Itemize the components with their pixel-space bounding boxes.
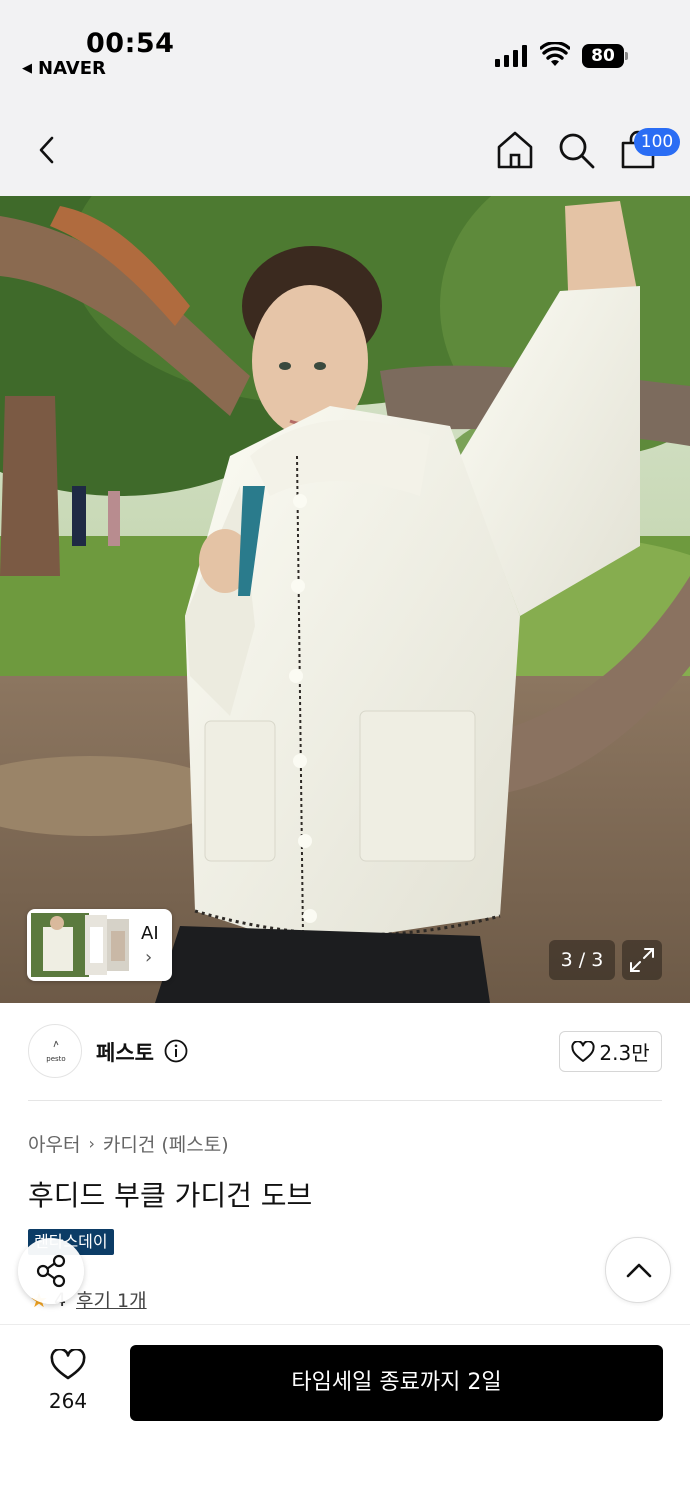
- battery-level: 80: [582, 44, 624, 68]
- battery-nub: [625, 52, 628, 60]
- expand-image-button[interactable]: [622, 940, 662, 980]
- heart-icon: [571, 1040, 595, 1062]
- purchase-button[interactable]: 타임세일 종료까지 2일: [130, 1345, 663, 1421]
- brand-like-button[interactable]: 2.3만: [559, 1031, 662, 1072]
- back-triangle-icon: ◀: [22, 61, 32, 76]
- brand-logo[interactable]: pesto: [28, 1024, 82, 1078]
- product-photo: [0, 196, 690, 1003]
- back-app-label: NAVER: [38, 58, 106, 79]
- chevron-right-icon: ›: [88, 1134, 95, 1153]
- expand-icon: [630, 948, 654, 972]
- status-time: 00:54: [86, 28, 175, 59]
- brand-logo-text: pesto: [46, 1055, 66, 1063]
- chevron-right-icon: ›: [145, 947, 153, 968]
- status-bar: 00:54 ◀ NAVER 80: [0, 0, 690, 100]
- ai-thumbnail-images: [31, 913, 129, 977]
- info-icon[interactable]: [164, 1039, 188, 1063]
- cart-count-badge: 100: [634, 128, 680, 156]
- breadcrumb-subcategory[interactable]: 카디건 (페스토): [103, 1130, 229, 1157]
- breadcrumb-category[interactable]: 아우터: [28, 1130, 80, 1157]
- brand-name[interactable]: 페스토: [96, 1037, 154, 1067]
- product-image[interactable]: [0, 196, 690, 1003]
- heart-icon[interactable]: [50, 1349, 86, 1381]
- scroll-to-top-button[interactable]: [605, 1237, 671, 1303]
- share-icon: [36, 1254, 66, 1288]
- image-page-counter: 3 / 3: [549, 940, 615, 980]
- wishlist-count: 264: [48, 1389, 88, 1413]
- back-chevron-icon[interactable]: [30, 132, 66, 168]
- cellular-signal-icon: [495, 45, 527, 67]
- breadcrumb: 아우터 › 카디건 (페스토): [28, 1130, 229, 1157]
- top-nav-bar: [0, 100, 690, 196]
- product-title: 후디드 부클 가디건 도브: [28, 1179, 313, 1212]
- brand-like-count: 2.3만: [599, 1041, 650, 1065]
- ai-style-thumbnail-button[interactable]: AI ›: [27, 909, 172, 981]
- search-icon[interactable]: [556, 130, 596, 170]
- review-count-link[interactable]: 후기 1개: [76, 1286, 147, 1313]
- share-button[interactable]: [18, 1238, 84, 1304]
- wifi-icon: [540, 42, 570, 66]
- home-icon[interactable]: [496, 130, 534, 170]
- chevron-up-icon: [626, 1263, 652, 1278]
- brand-logo-mark: [53, 1040, 59, 1048]
- back-to-app-link[interactable]: ◀ NAVER: [22, 58, 106, 79]
- ai-label: AI: [141, 923, 159, 944]
- battery-indicator: 80: [582, 44, 628, 68]
- section-divider: [28, 1100, 662, 1101]
